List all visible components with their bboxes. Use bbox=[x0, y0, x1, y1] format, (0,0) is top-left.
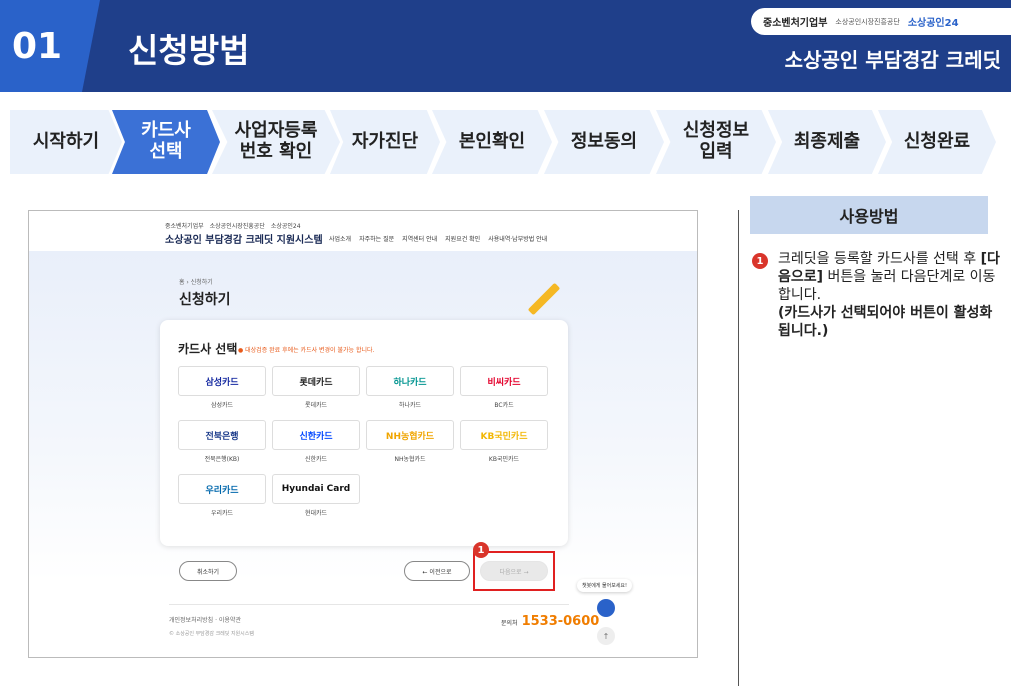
screenshot-logo-2: 소상공인시장진흥공단 bbox=[209, 223, 265, 230]
section-number: 01 bbox=[12, 26, 63, 67]
nav-item-intro[interactable]: 사업소개 bbox=[329, 234, 351, 243]
card-option-5[interactable]: 신한카드 bbox=[272, 420, 360, 450]
footer-divider bbox=[169, 604, 569, 605]
step-application-info-label: 신청정보 입력 bbox=[682, 120, 750, 162]
instruction-text: 크레딧을 등록할 카드사를 선택 후 [다음으로] 버튼을 눌러 다음단계로 이… bbox=[778, 250, 1008, 340]
card-option-label: 신한카드 bbox=[304, 456, 328, 463]
footer-links[interactable]: 개인정보처리방침 · 이용약관 bbox=[169, 615, 241, 624]
step-progress: 시작하기 카드사 선택 사업자등록 번호 확인 자가진단 본인확인 정보동의 신… bbox=[10, 110, 1005, 174]
step-consent: 정보동의 bbox=[544, 110, 664, 174]
card-option-label: BC카드 bbox=[494, 402, 514, 409]
inquiry-number: 1533-0600 bbox=[521, 614, 600, 629]
nav-item-centers[interactable]: 지역센터 안내 bbox=[402, 234, 437, 243]
card-option-label: NH농협카드 bbox=[394, 456, 426, 463]
card-option-7[interactable]: KB국민카드 bbox=[460, 420, 548, 450]
step-application-info: 신청정보 입력 bbox=[656, 110, 776, 174]
program-subtitle: 소상공인 부담경감 크레딧 bbox=[784, 48, 1001, 72]
nav-item-usage[interactable]: 사용내역·납부방법 안내 bbox=[488, 234, 547, 243]
screenshot-logo-1: 중소벤처기업부 bbox=[165, 223, 204, 230]
card-select-panel: 카드사 선택 ● 대상검증 완료 후에는 카드사 변경이 불가능 합니다. 삼성… bbox=[160, 320, 568, 546]
instruction-badge-icon: 1 bbox=[752, 253, 768, 269]
step-start: 시작하기 bbox=[10, 110, 122, 174]
card-option-4[interactable]: 전북은행 bbox=[178, 420, 266, 450]
card-option-label: 전북은행(KB) bbox=[204, 456, 240, 463]
step-final-submit: 최종제출 bbox=[768, 110, 886, 174]
divider-line bbox=[738, 210, 739, 686]
site-brand[interactable]: 소상공인 부담경감 크레딧 지원시스템 bbox=[165, 231, 323, 246]
step-identity: 본인확인 bbox=[432, 110, 552, 174]
prev-button[interactable]: ← 이전으로 bbox=[404, 561, 470, 581]
instructions-header: 사용방법 bbox=[750, 196, 988, 234]
step-business-number: 사업자등록 번호 확인 bbox=[212, 110, 340, 174]
highlight-box bbox=[473, 551, 555, 591]
logo-agency: 소상공인시장진흥공단 bbox=[835, 17, 900, 26]
card-option-label: KB국민카드 bbox=[488, 456, 520, 463]
card-option-label: 우리카드 bbox=[210, 510, 234, 517]
card-option-label: 삼성카드 bbox=[210, 402, 234, 409]
inquiry-contact: 문의처 1533-0600 bbox=[501, 614, 599, 629]
card-option-6[interactable]: NH농협카드 bbox=[366, 420, 454, 450]
instruction-text-before: 크레딧을 등록할 카드사를 선택 후 bbox=[778, 251, 977, 267]
card-option-label: 하나카드 bbox=[398, 402, 422, 409]
card-option-label: 현대카드 bbox=[304, 510, 328, 517]
header-banner: 01 신청방법 중소벤처기업부 소상공인시장진흥공단 소상공인24 소상공인 부… bbox=[0, 0, 1011, 92]
screenshot-logo-3: 소상공인24 bbox=[270, 223, 301, 230]
chatbot-bubble[interactable]: 챗봇에게 물어보세요! bbox=[577, 579, 632, 592]
logo-sosanggongin24: 소상공인24 bbox=[907, 18, 959, 29]
step-complete: 신청완료 bbox=[878, 110, 996, 174]
page-title: 신청방법 bbox=[128, 31, 250, 70]
card-option-label: 롯데카드 bbox=[304, 402, 328, 409]
cancel-button[interactable]: 취소하기 bbox=[179, 561, 237, 581]
step-card-select-label: 카드사 선택 bbox=[141, 120, 191, 162]
card-option-8[interactable]: 우리카드 bbox=[178, 474, 266, 504]
step-card-select: 카드사 선택 bbox=[112, 110, 220, 174]
scroll-top-icon[interactable]: ↑ bbox=[597, 627, 615, 645]
card-select-warning: ● 대상검증 완료 후에는 카드사 변경이 불가능 합니다. bbox=[238, 347, 375, 354]
screenshot-logos: 중소벤처기업부 소상공인시장진흥공단 소상공인24 bbox=[165, 221, 301, 230]
step-self-check: 자가진단 bbox=[330, 110, 440, 174]
footer-copyright: © 소상공인 부담경감 크레딧 지원시스템 bbox=[169, 631, 254, 637]
step-business-number-label: 사업자등록 번호 확인 bbox=[234, 120, 318, 162]
breadcrumb: 홈 › 신청하기 bbox=[179, 279, 213, 286]
site-nav: 사업소개 자주하는 질문 지역센터 안내 지원요건 확인 사용내역·납부방법 안… bbox=[329, 234, 547, 243]
card-option-0[interactable]: 삼성카드 bbox=[178, 366, 266, 396]
card-option-9[interactable]: Hyundai Card bbox=[272, 474, 360, 504]
inquiry-label: 문의처 bbox=[501, 620, 518, 627]
card-select-title: 카드사 선택 bbox=[178, 342, 238, 356]
instruction-note: (카드사가 선택되어야 버튼이 활성화 됩니다.) bbox=[778, 305, 993, 339]
card-option-3[interactable]: 비씨카드 bbox=[460, 366, 548, 396]
partner-logos: 중소벤처기업부 소상공인시장진흥공단 소상공인24 bbox=[751, 8, 1011, 35]
chatbot-icon[interactable] bbox=[597, 599, 615, 617]
card-option-1[interactable]: 롯데카드 bbox=[272, 366, 360, 396]
screenshot-panel: 중소벤처기업부 소상공인시장진흥공단 소상공인24 소상공인 부담경감 크레딧 … bbox=[28, 210, 698, 658]
card-option-2[interactable]: 하나카드 bbox=[366, 366, 454, 396]
step-badge-icon: 1 bbox=[473, 542, 489, 558]
nav-item-faq[interactable]: 자주하는 질문 bbox=[359, 234, 394, 243]
logo-ministry: 중소벤처기업부 bbox=[763, 18, 828, 29]
apply-title: 신청하기 bbox=[179, 292, 231, 308]
nav-item-eligibility[interactable]: 지원요건 확인 bbox=[445, 234, 480, 243]
section-number-box: 01 bbox=[0, 0, 100, 92]
